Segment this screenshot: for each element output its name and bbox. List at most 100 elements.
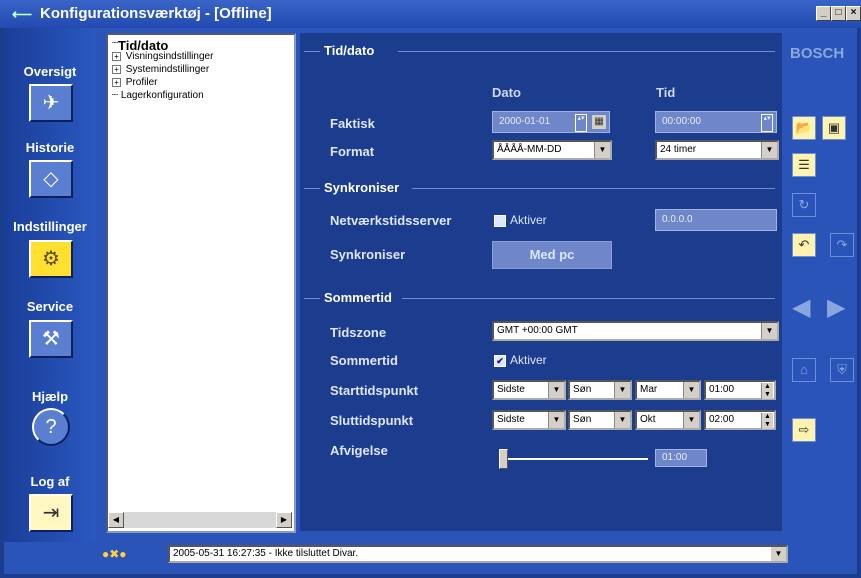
ntp-address-field[interactable]: 0.0.0.0 <box>655 209 777 231</box>
nav-label-overview: Oversigt <box>23 64 77 79</box>
chevron-down-icon[interactable]: ▼ <box>594 142 610 158</box>
settings-gears-icon[interactable]: ⚙ <box>29 240 73 278</box>
help-icon[interactable]: ? <box>32 408 70 446</box>
section-divider <box>412 188 775 189</box>
close-button[interactable]: × <box>846 6 861 21</box>
logout-icon[interactable]: ⇥ <box>29 494 73 532</box>
scroll-right-icon[interactable]: ▶ <box>276 512 292 528</box>
ntp-enable-checkbox[interactable] <box>494 215 506 227</box>
window-title: Konfigurationsværktøj - [Offline] <box>40 5 272 22</box>
app-icon: ⟵ <box>12 6 33 22</box>
start-month-select[interactable]: Mar ▼ <box>635 380 701 400</box>
nav-label-settings: Indstillinger <box>13 219 87 234</box>
nav-label-help: Hjælp <box>31 389 69 404</box>
column-label-date: Dato <box>492 85 521 100</box>
calendar-icon[interactable]: ▦ <box>592 115 606 129</box>
date-format-select[interactable]: ÅÅÅÅ-MM-DD ▼ <box>492 140 612 160</box>
tree-item-storage-config[interactable]: ┈ Lagerkonfiguration <box>112 90 204 101</box>
end-month-value: Okt <box>640 414 656 425</box>
expand-icon[interactable]: + <box>112 65 121 74</box>
export-icon[interactable]: ⇨ <box>792 418 816 442</box>
end-month-select[interactable]: Okt ▼ <box>635 410 701 430</box>
refresh-icon[interactable]: ↻ <box>792 193 816 217</box>
offset-value: 01:00 <box>662 452 688 463</box>
actual-time-field[interactable]: 00:00:00 ▴▾ <box>655 111 777 133</box>
history-icon[interactable]: ◇ <box>29 160 73 198</box>
status-message-dropdown[interactable]: 2005-05-31 16:27:35 - Ikke tilsluttet Di… <box>168 545 788 563</box>
section-title-dst: Sommertid <box>324 290 392 305</box>
end-week-select[interactable]: Sidste ▼ <box>492 410 566 430</box>
overview-icon[interactable]: ✈ <box>29 84 73 122</box>
start-day-select[interactable]: Søn ▼ <box>568 380 632 400</box>
actual-date-field[interactable]: 2000-01-01 ▴▾ ▦ <box>492 111 610 133</box>
start-week-select[interactable]: Sidste ▼ <box>492 380 566 400</box>
title-bar: ⟵ Konfigurationsværktøj - [Offline] _ □ … <box>0 0 861 28</box>
tree-horizontal-scrollbar[interactable]: ◀ ▶ <box>108 512 292 528</box>
open-folder-icon[interactable]: 📂 <box>792 116 816 140</box>
chevron-down-icon[interactable]: ▼ <box>614 382 630 398</box>
offset-slider-track[interactable] <box>502 458 648 460</box>
timezone-select[interactable]: GMT +00:00 GMT ▼ <box>492 321 779 341</box>
chevron-down-icon[interactable]: ▼ <box>614 412 630 428</box>
connection-status-icon: ●✖● <box>102 547 127 561</box>
chevron-down-icon[interactable]: ▼ <box>761 142 777 158</box>
offset-slider-handle[interactable] <box>499 449 508 469</box>
dst-enable-checkbox[interactable]: ✔ <box>494 355 506 367</box>
settings-tree: ┈ Tid/dato + Visningsindstillinger + Sys… <box>106 33 296 533</box>
right-toolbar: BOSCH 📂 ▣ ☰ ↻ ↶ ↷ ◀ ▶ ⌂ ⛨ ⇨ <box>782 28 857 542</box>
camera-icon[interactable]: ⌂ <box>792 358 816 382</box>
shield-icon[interactable]: ⛨ <box>830 358 854 382</box>
chevron-down-icon[interactable]: ▼ <box>761 323 777 339</box>
start-time-spinner[interactable]: 01:00 ▲ ▼ <box>704 380 776 400</box>
spin-icon[interactable]: ▲ ▼ <box>761 413 773 429</box>
start-time-value: 01:00 <box>709 384 735 395</box>
tree-connector: ┈ <box>112 90 119 101</box>
sync-with-pc-button[interactable]: Med pc <box>492 241 612 269</box>
tree-list-icon[interactable]: ☰ <box>792 153 816 177</box>
time-format-select[interactable]: 24 timer ▼ <box>655 140 779 160</box>
status-text: 2005-05-31 16:27:35 - Ikke tilsluttet Di… <box>173 548 359 559</box>
section-divider <box>398 51 775 52</box>
end-day-value: Søn <box>573 414 592 425</box>
dst-enable-label: Aktiver <box>510 353 547 367</box>
end-time-spinner[interactable]: 02:00 ▲ ▼ <box>704 410 776 430</box>
chevron-down-icon[interactable]: ▼ <box>683 382 699 398</box>
tree-item-label: Systemindstillinger <box>125 64 210 75</box>
tree-item-display-settings[interactable]: + Visningsindstillinger <box>112 51 213 62</box>
end-time-value: 02:00 <box>709 414 735 425</box>
tree-item-profiles[interactable]: + Profiler <box>112 77 157 88</box>
actual-time-value: 00:00:00 <box>662 116 701 127</box>
maximize-button[interactable]: □ <box>831 6 846 21</box>
service-icon[interactable]: ⚒ <box>29 320 73 358</box>
time-spin-icon[interactable]: ▴▾ <box>761 114 773 132</box>
back-arrow-icon[interactable]: ◀ <box>792 293 810 322</box>
scroll-left-icon[interactable]: ◀ <box>108 512 124 528</box>
chevron-down-icon[interactable]: ▼ <box>683 412 699 428</box>
status-bar: ●✖● 2005-05-31 16:27:35 - Ikke tilslutte… <box>96 542 796 566</box>
tree-item-time-date[interactable]: ┈ Tid/dato <box>112 38 169 53</box>
expand-icon[interactable]: + <box>112 52 121 61</box>
save-disk-icon[interactable]: ▣ <box>822 116 846 140</box>
tree-item-system-settings[interactable]: + Systemindstillinger <box>112 64 209 75</box>
offset-value-field: 01:00 <box>655 449 707 467</box>
spin-icon[interactable]: ▲ ▼ <box>761 383 773 399</box>
chevron-down-icon[interactable]: ▼ <box>771 547 786 561</box>
forward-arrow-icon[interactable]: ▶ <box>827 293 845 322</box>
date-spin-icon[interactable]: ▴▾ <box>575 114 587 132</box>
section-divider <box>304 298 320 299</box>
chevron-down-icon[interactable]: ▼ <box>548 382 564 398</box>
expand-icon[interactable]: + <box>112 78 121 87</box>
label-end: Sluttidspunkt <box>330 413 414 428</box>
nav-label-logout: Log af <box>30 474 70 489</box>
label-dst: Sommertid <box>330 353 398 368</box>
chevron-down-icon[interactable]: ▼ <box>548 412 564 428</box>
label-ntp-server: Netværkstidsserver <box>330 213 452 228</box>
start-month-value: Mar <box>640 384 658 395</box>
section-divider <box>402 298 775 299</box>
undo-icon[interactable]: ↶ <box>792 233 816 257</box>
end-day-select[interactable]: Søn ▼ <box>568 410 632 430</box>
redo-icon[interactable]: ↷ <box>830 233 854 257</box>
minimize-button[interactable]: _ <box>816 6 831 21</box>
section-divider <box>304 188 320 189</box>
nav-label-service: Service <box>26 299 74 314</box>
